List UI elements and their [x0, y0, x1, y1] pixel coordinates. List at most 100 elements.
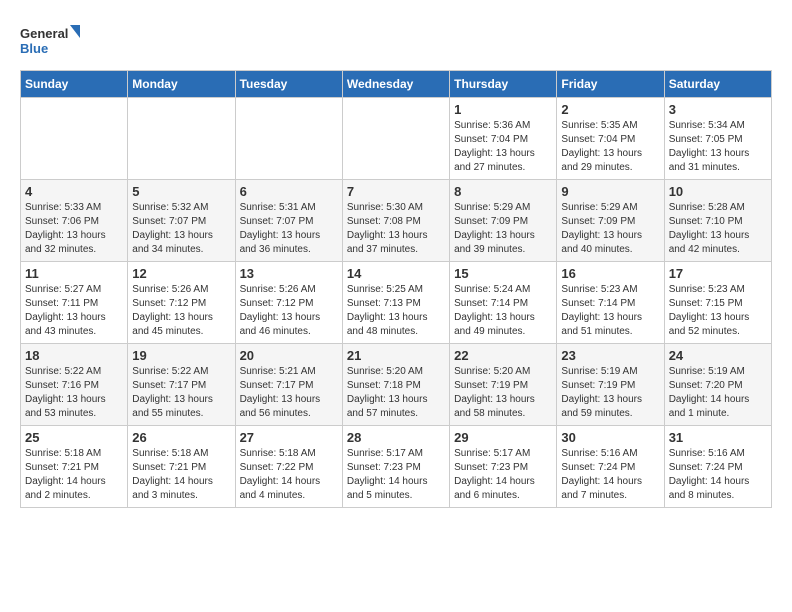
- day-number: 4: [25, 184, 123, 199]
- day-number: 13: [240, 266, 338, 281]
- day-number: 16: [561, 266, 659, 281]
- day-info: Sunrise: 5:22 AM Sunset: 7:17 PM Dayligh…: [132, 365, 230, 421]
- calendar-day-cell: 19 Sunrise: 5:22 AM Sunset: 7:17 PM Dayli…: [128, 344, 235, 426]
- day-number: 23: [561, 348, 659, 363]
- calendar-day-cell: 27 Sunrise: 5:18 AM Sunset: 7:22 PM Dayli…: [235, 426, 342, 508]
- calendar-day-cell: 6Sunrise: 5:31 AM Sunset: 7:07 PM Daylig…: [235, 180, 342, 262]
- calendar-day-cell: 28 Sunrise: 5:17 AM Sunset: 7:23 PM Dayli…: [342, 426, 449, 508]
- calendar-day-cell: 4 Sunrise: 5:33 AM Sunset: 7:06 PM Daylig…: [21, 180, 128, 262]
- calendar-day-cell: 2Sunrise: 5:35 AM Sunset: 7:04 PM Daylig…: [557, 98, 664, 180]
- calendar-day-cell: 31 Sunrise: 5:16 AM Sunset: 7:24 PM Dayli…: [664, 426, 771, 508]
- day-number: 24: [669, 348, 767, 363]
- day-number: 19: [132, 348, 230, 363]
- day-number: 7: [347, 184, 445, 199]
- calendar-day-cell: 29Sunrise: 5:17 AM Sunset: 7:23 PM Dayli…: [450, 426, 557, 508]
- day-info: Sunrise: 5:19 AM Sunset: 7:19 PM Dayligh…: [561, 365, 659, 421]
- day-info: Sunrise: 5:20 AM Sunset: 7:19 PM Dayligh…: [454, 365, 552, 421]
- day-number: 12: [132, 266, 230, 281]
- weekday-header: Wednesday: [342, 71, 449, 98]
- day-info: Sunrise: 5:23 AM Sunset: 7:15 PM Dayligh…: [669, 283, 767, 339]
- day-info: Sunrise: 5:19 AM Sunset: 7:20 PM Dayligh…: [669, 365, 767, 421]
- day-number: 14: [347, 266, 445, 281]
- calendar-day-cell: 25Sunrise: 5:18 AM Sunset: 7:21 PM Dayli…: [21, 426, 128, 508]
- day-number: 28: [347, 430, 445, 445]
- day-number: 1: [454, 102, 552, 117]
- calendar-day-cell: 21 Sunrise: 5:20 AM Sunset: 7:18 PM Dayli…: [342, 344, 449, 426]
- weekday-header: Thursday: [450, 71, 557, 98]
- day-info: Sunrise: 5:17 AM Sunset: 7:23 PM Dayligh…: [347, 447, 445, 503]
- calendar-week-row: 18Sunrise: 5:22 AM Sunset: 7:16 PM Dayli…: [21, 344, 772, 426]
- day-info: Sunrise: 5:35 AM Sunset: 7:04 PM Dayligh…: [561, 119, 659, 175]
- day-info: Sunrise: 5:32 AM Sunset: 7:07 PM Dayligh…: [132, 201, 230, 257]
- day-info: Sunrise: 5:24 AM Sunset: 7:14 PM Dayligh…: [454, 283, 552, 339]
- day-info: Sunrise: 5:18 AM Sunset: 7:21 PM Dayligh…: [132, 447, 230, 503]
- day-number: 31: [669, 430, 767, 445]
- weekday-header: Saturday: [664, 71, 771, 98]
- calendar-day-cell: 10 Sunrise: 5:28 AM Sunset: 7:10 PM Dayli…: [664, 180, 771, 262]
- day-number: 21: [347, 348, 445, 363]
- calendar-day-cell: 20 Sunrise: 5:21 AM Sunset: 7:17 PM Dayli…: [235, 344, 342, 426]
- calendar-day-cell: 9 Sunrise: 5:29 AM Sunset: 7:09 PM Daylig…: [557, 180, 664, 262]
- logo-svg: General Blue: [20, 20, 80, 60]
- calendar-day-cell: 5 Sunrise: 5:32 AM Sunset: 7:07 PM Daylig…: [128, 180, 235, 262]
- day-number: 5: [132, 184, 230, 199]
- day-info: Sunrise: 5:36 AM Sunset: 7:04 PM Dayligh…: [454, 119, 552, 175]
- calendar-day-cell: 14 Sunrise: 5:25 AM Sunset: 7:13 PM Dayli…: [342, 262, 449, 344]
- calendar-day-cell: 16 Sunrise: 5:23 AM Sunset: 7:14 PM Dayli…: [557, 262, 664, 344]
- calendar-day-cell: [235, 98, 342, 180]
- day-number: 8: [454, 184, 552, 199]
- day-info: Sunrise: 5:28 AM Sunset: 7:10 PM Dayligh…: [669, 201, 767, 257]
- day-info: Sunrise: 5:29 AM Sunset: 7:09 PM Dayligh…: [561, 201, 659, 257]
- calendar-week-row: 25 Sunrise: 5:18 AM Sunset: 7:21 PM Dayli…: [21, 426, 772, 508]
- calendar-day-cell: 8 Sunrise: 5:29 AM Sunset: 7:09 PM Daylig…: [450, 180, 557, 262]
- calendar-day-cell: 22 Sunrise: 5:20 AM Sunset: 7:19 PM Dayli…: [450, 344, 557, 426]
- calendar-day-cell: 12 Sunrise: 5:26 AM Sunset: 7:12 PM Dayli…: [128, 262, 235, 344]
- calendar-day-cell: 30Sunrise: 5:16 AM Sunset: 7:24 PM Dayli…: [557, 426, 664, 508]
- weekday-header: Friday: [557, 71, 664, 98]
- calendar-day-cell: 13Sunrise: 5:26 AM Sunset: 7:12 PM Dayli…: [235, 262, 342, 344]
- day-info: Sunrise: 5:31 AM Sunset: 7:07 PM Dayligh…: [240, 201, 338, 257]
- day-number: 25: [25, 430, 123, 445]
- calendar-table: SundayMondayTuesdayWednesdayThursdayFrid…: [20, 70, 772, 508]
- calendar-day-cell: 18Sunrise: 5:22 AM Sunset: 7:16 PM Dayli…: [21, 344, 128, 426]
- day-number: 30: [561, 430, 659, 445]
- svg-text:General: General: [20, 26, 68, 41]
- day-number: 10: [669, 184, 767, 199]
- calendar-day-cell: 11Sunrise: 5:27 AM Sunset: 7:11 PM Dayli…: [21, 262, 128, 344]
- calendar-day-cell: 17Sunrise: 5:23 AM Sunset: 7:15 PM Dayli…: [664, 262, 771, 344]
- day-number: 20: [240, 348, 338, 363]
- day-number: 3: [669, 102, 767, 117]
- calendar-header-row: SundayMondayTuesdayWednesdayThursdayFrid…: [21, 71, 772, 98]
- calendar-day-cell: 7 Sunrise: 5:30 AM Sunset: 7:08 PM Daylig…: [342, 180, 449, 262]
- calendar-week-row: 11Sunrise: 5:27 AM Sunset: 7:11 PM Dayli…: [21, 262, 772, 344]
- page-header: General Blue: [20, 20, 772, 60]
- day-info: Sunrise: 5:33 AM Sunset: 7:06 PM Dayligh…: [25, 201, 123, 257]
- day-info: Sunrise: 5:25 AM Sunset: 7:13 PM Dayligh…: [347, 283, 445, 339]
- calendar-day-cell: 23 Sunrise: 5:19 AM Sunset: 7:19 PM Dayli…: [557, 344, 664, 426]
- day-info: Sunrise: 5:34 AM Sunset: 7:05 PM Dayligh…: [669, 119, 767, 175]
- calendar-week-row: 4 Sunrise: 5:33 AM Sunset: 7:06 PM Daylig…: [21, 180, 772, 262]
- calendar-day-cell: [128, 98, 235, 180]
- weekday-header: Monday: [128, 71, 235, 98]
- day-number: 15: [454, 266, 552, 281]
- calendar-day-cell: [21, 98, 128, 180]
- calendar-day-cell: [342, 98, 449, 180]
- day-info: Sunrise: 5:20 AM Sunset: 7:18 PM Dayligh…: [347, 365, 445, 421]
- svg-text:Blue: Blue: [20, 41, 48, 56]
- day-info: Sunrise: 5:26 AM Sunset: 7:12 PM Dayligh…: [132, 283, 230, 339]
- day-number: 9: [561, 184, 659, 199]
- day-number: 22: [454, 348, 552, 363]
- day-number: 29: [454, 430, 552, 445]
- day-info: Sunrise: 5:21 AM Sunset: 7:17 PM Dayligh…: [240, 365, 338, 421]
- calendar-day-cell: 1 Sunrise: 5:36 AM Sunset: 7:04 PM Daylig…: [450, 98, 557, 180]
- day-info: Sunrise: 5:23 AM Sunset: 7:14 PM Dayligh…: [561, 283, 659, 339]
- calendar-day-cell: 15 Sunrise: 5:24 AM Sunset: 7:14 PM Dayli…: [450, 262, 557, 344]
- weekday-header: Sunday: [21, 71, 128, 98]
- day-info: Sunrise: 5:18 AM Sunset: 7:22 PM Dayligh…: [240, 447, 338, 503]
- calendar-week-row: 1 Sunrise: 5:36 AM Sunset: 7:04 PM Daylig…: [21, 98, 772, 180]
- day-info: Sunrise: 5:29 AM Sunset: 7:09 PM Dayligh…: [454, 201, 552, 257]
- day-info: Sunrise: 5:30 AM Sunset: 7:08 PM Dayligh…: [347, 201, 445, 257]
- day-info: Sunrise: 5:16 AM Sunset: 7:24 PM Dayligh…: [669, 447, 767, 503]
- day-info: Sunrise: 5:22 AM Sunset: 7:16 PM Dayligh…: [25, 365, 123, 421]
- day-number: 27: [240, 430, 338, 445]
